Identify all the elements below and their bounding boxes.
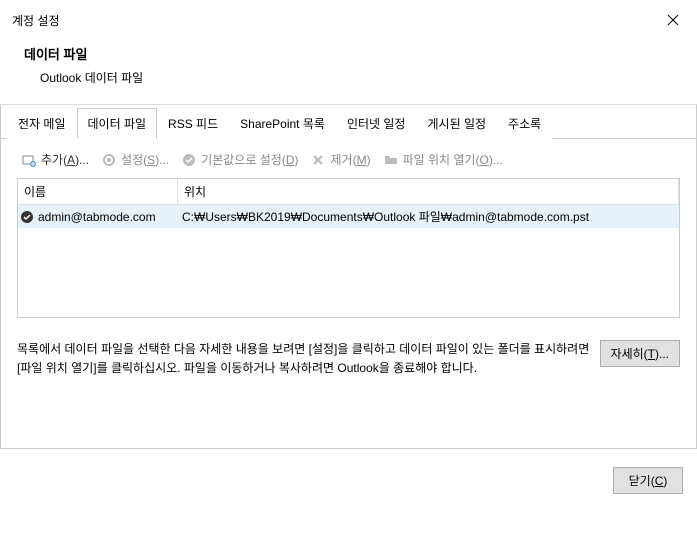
tab-sharepoint[interactable]: SharePoint 목록	[229, 108, 336, 139]
remove-icon	[310, 152, 326, 168]
page-title: 데이터 파일	[24, 44, 685, 63]
tab-data-files[interactable]: 데이터 파일	[77, 108, 158, 139]
tab-strip: 전자 메일 데이터 파일 RSS 피드 SharePoint 목록 인터넷 일정…	[1, 105, 696, 139]
add-button[interactable]: 추가(A)...	[17, 149, 93, 170]
add-icon	[21, 152, 37, 168]
tab-rss[interactable]: RSS 피드	[157, 108, 229, 139]
check-circle-icon	[181, 152, 197, 168]
folder-icon	[383, 152, 399, 168]
tab-address-book[interactable]: 주소록	[497, 108, 552, 139]
gear-icon	[101, 152, 117, 168]
open-location-button[interactable]: 파일 위치 열기(O)...	[379, 149, 507, 170]
toolbar: 추가(A)... 설정(S)... 기본값으로 설정(D) 제거(M) 파일 위…	[1, 139, 696, 178]
info-text: 목록에서 데이터 파일을 선택한 다음 자세한 내용을 보려면 [설정]을 클릭…	[17, 340, 590, 378]
col-header-location[interactable]: 위치	[178, 179, 679, 204]
tab-email[interactable]: 전자 메일	[7, 108, 77, 139]
cell-location: C:₩Users₩BK2019₩Documents₩Outlook 파일₩adm…	[178, 205, 679, 228]
remove-button[interactable]: 제거(M)	[306, 149, 374, 170]
data-file-list[interactable]: 이름 위치 admin@tabmode.com C:₩Users₩BK2019₩…	[17, 178, 680, 318]
close-icon	[667, 14, 679, 26]
details-button[interactable]: 자세히(T)...	[600, 340, 680, 367]
cell-name: admin@tabmode.com	[34, 207, 178, 227]
list-header: 이름 위치	[18, 179, 679, 205]
list-item[interactable]: admin@tabmode.com C:₩Users₩BK2019₩Docume…	[18, 205, 679, 228]
default-check-icon	[20, 210, 34, 224]
set-default-button[interactable]: 기본값으로 설정(D)	[177, 149, 302, 170]
window-title: 계정 설정	[12, 12, 60, 29]
tab-published-calendar[interactable]: 게시된 일정	[416, 108, 497, 139]
tab-internet-calendar[interactable]: 인터넷 일정	[336, 108, 417, 139]
close-dialog-button[interactable]: 닫기(C)	[613, 467, 683, 494]
col-header-name[interactable]: 이름	[18, 179, 178, 204]
page-subtitle: Outlook 데이터 파일	[24, 69, 685, 86]
settings-button[interactable]: 설정(S)...	[97, 149, 173, 170]
close-button[interactable]	[657, 8, 689, 32]
